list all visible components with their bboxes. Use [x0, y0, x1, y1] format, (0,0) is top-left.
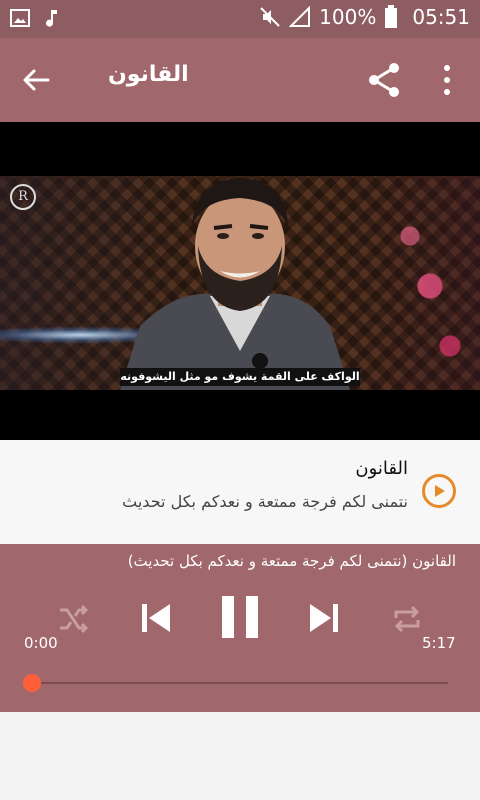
play-circle-icon[interactable] — [422, 474, 456, 508]
video-caption: الواكف على القمة يشوف مو مثل اليشوفونه — [120, 368, 360, 386]
bottom-area — [0, 712, 480, 800]
share-icon[interactable] — [366, 60, 402, 100]
back-arrow-icon[interactable] — [18, 62, 54, 98]
previous-icon[interactable] — [138, 598, 174, 638]
page-title: القانون — [108, 62, 189, 87]
video-frame: R الواكف على القمة يشوف مو مثل اليشوفونه — [0, 176, 480, 390]
shuffle-icon[interactable] — [56, 602, 90, 636]
track-subtitle: نتمنى لكم فرجة ممتعة و نعدكم بكل تحديث — [122, 492, 408, 511]
battery-icon — [385, 5, 398, 28]
more-vert-icon[interactable] — [437, 62, 457, 98]
seek-thumb[interactable] — [23, 674, 41, 692]
mute-icon — [260, 7, 280, 27]
singer-image — [120, 178, 350, 390]
track-title: القانون — [355, 458, 408, 479]
now-playing-label: القانون (نتمنى لكم فرجة ممتعة و نعدكم بك… — [127, 552, 456, 570]
media-controls: القانون (نتمنى لكم فرجة ممتعة و نعدكم بك… — [0, 544, 480, 712]
signal-icon — [289, 6, 311, 27]
channel-watermark: R — [10, 184, 36, 210]
app-bar: القانون — [0, 38, 480, 122]
elapsed-time: 0:00 — [24, 634, 58, 652]
next-icon[interactable] — [306, 598, 342, 638]
total-duration: 5:17 — [422, 634, 456, 652]
clock: 05:51 — [412, 5, 470, 29]
music-note-icon — [46, 10, 57, 27]
image-icon — [10, 9, 30, 27]
seek-bar[interactable] — [32, 682, 448, 684]
track-info-row[interactable]: القانون نتمنى لكم فرجة ممتعة و نعدكم بكل… — [0, 440, 480, 544]
battery-percent: 100% — [319, 5, 377, 29]
repeat-icon[interactable] — [390, 602, 424, 636]
pause-icon[interactable] — [218, 592, 262, 642]
status-bar: 100% 05:51 — [0, 0, 480, 38]
video-player[interactable]: R الواكف على القمة يشوف مو مثل اليشوفونه — [0, 122, 480, 440]
